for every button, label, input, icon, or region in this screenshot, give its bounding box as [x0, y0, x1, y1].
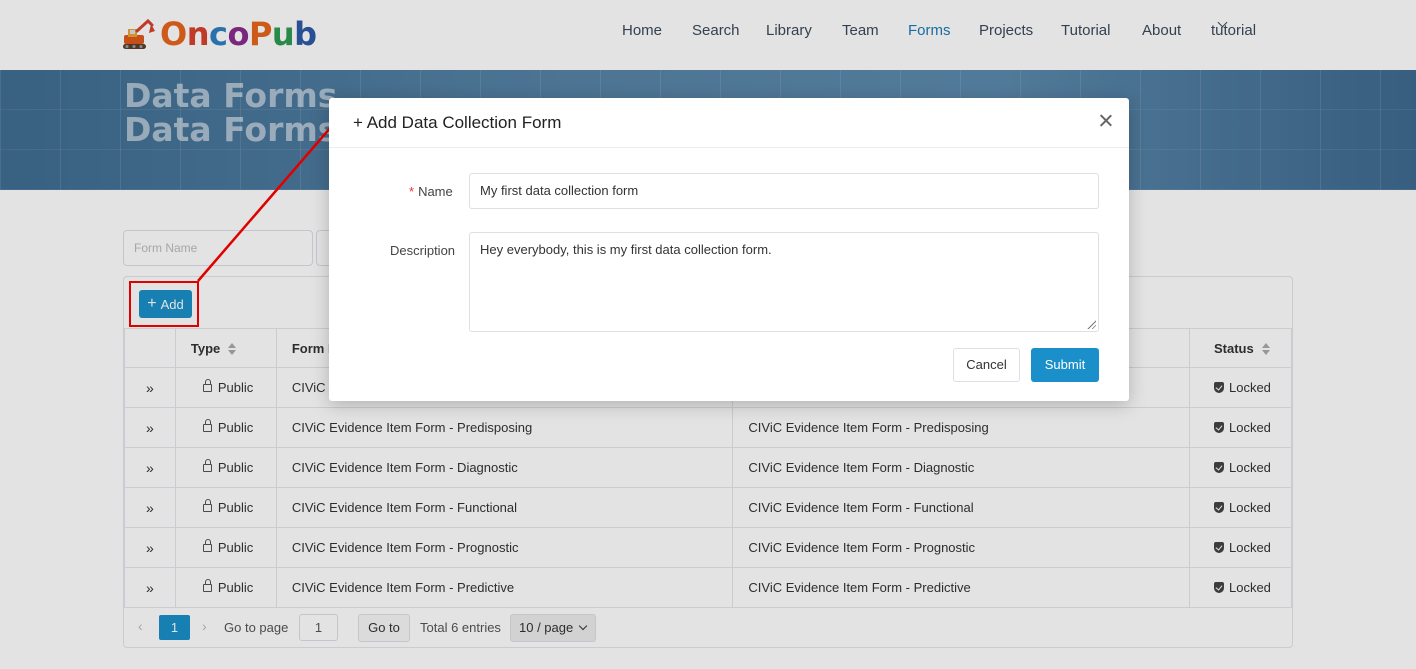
description-field[interactable]: Hey everybody, this is my first data col…: [469, 232, 1099, 332]
dialog-header: + Add Data Collection Form: [329, 98, 1129, 148]
description-label: Description: [390, 243, 456, 258]
name-field[interactable]: My first data collection form: [469, 173, 1099, 209]
close-icon[interactable]: [1098, 113, 1114, 129]
dialog-title: + Add Data Collection Form: [353, 113, 562, 132]
name-label-text: Name: [418, 184, 453, 199]
resize-handle-icon[interactable]: [1086, 319, 1096, 329]
name-label: * Name: [409, 184, 453, 199]
submit-button[interactable]: Submit: [1031, 348, 1099, 382]
required-marker: *: [409, 184, 415, 199]
annotation-highlight-box: [129, 281, 199, 327]
add-form-dialog: + Add Data Collection Form * Name My firs…: [329, 98, 1129, 401]
cancel-button[interactable]: Cancel: [953, 348, 1020, 382]
description-text: Hey everybody, this is my first data col…: [480, 242, 772, 257]
